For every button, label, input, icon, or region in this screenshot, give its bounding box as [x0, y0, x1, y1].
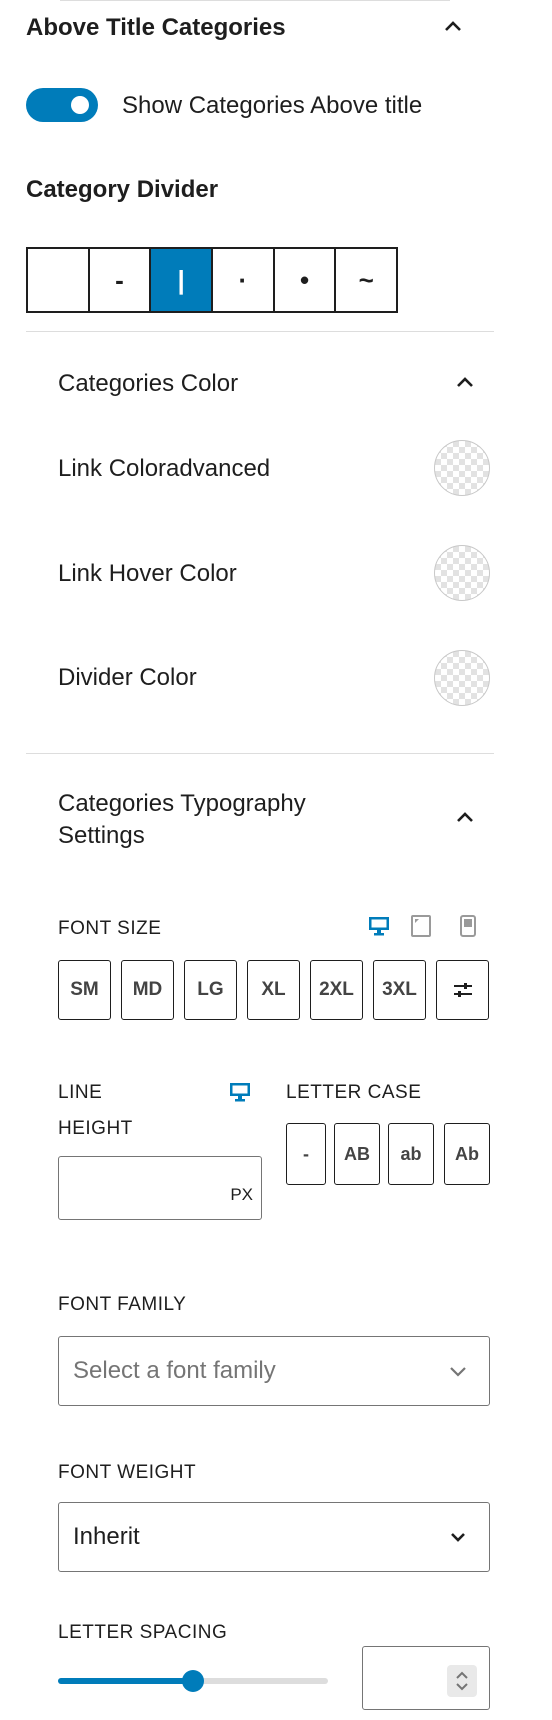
slider-fill [58, 1678, 193, 1684]
font-size-preset-lg[interactable]: LG [184, 960, 237, 1020]
chevron-up-icon[interactable] [453, 370, 477, 394]
top-divider [60, 0, 450, 1]
chevron-up-icon[interactable] [453, 805, 477, 829]
letter-case-uppercase[interactable]: AB [334, 1123, 380, 1185]
letter-case-lowercase[interactable]: ab [388, 1123, 434, 1185]
line-height-input[interactable]: PX [58, 1156, 262, 1220]
font-family-placeholder: Select a font family [73, 1357, 276, 1384]
desktop-icon[interactable] [367, 914, 391, 938]
chevron-up-icon[interactable] [441, 14, 465, 38]
typography-title-line2: Settings [58, 822, 145, 849]
letter-case-capitalize[interactable]: Ab [444, 1123, 490, 1185]
tablet-icon[interactable] [409, 914, 433, 938]
spinner-arrows-icon[interactable] [447, 1665, 477, 1697]
section-title-above-title: Above Title Categories [26, 14, 286, 41]
section-divider [26, 331, 494, 332]
divider-color-swatch[interactable] [434, 650, 490, 706]
divider-color-label: Divider Color [58, 664, 197, 691]
divider-option-none[interactable] [28, 249, 90, 311]
toggle-knob [71, 96, 89, 114]
letter-spacing-input[interactable] [362, 1646, 490, 1710]
link-color-swatch[interactable] [434, 440, 490, 496]
letter-case-label: LETTER CASE [286, 1082, 422, 1103]
line-height-label-line1: LINE [58, 1082, 103, 1103]
link-hover-color-swatch[interactable] [434, 545, 490, 601]
desktop-icon[interactable] [228, 1080, 252, 1104]
line-height-unit[interactable]: PX [230, 1185, 253, 1205]
chevron-down-icon [447, 1360, 469, 1382]
show-categories-toggle[interactable] [26, 88, 98, 122]
toggle-label: Show Categories Above title [122, 92, 423, 119]
font-size-preset-md[interactable]: MD [121, 960, 174, 1020]
divider-option-tilde[interactable]: ~ [336, 249, 396, 311]
divider-option-dash[interactable]: - [90, 249, 152, 311]
font-family-label: FONT FAMILY [58, 1294, 187, 1315]
letter-spacing-slider[interactable] [58, 1670, 328, 1692]
font-size-preset-2xl[interactable]: 2XL [310, 960, 363, 1020]
mobile-icon[interactable] [456, 914, 480, 938]
section-divider [26, 753, 494, 754]
font-weight-label: FONT WEIGHT [58, 1462, 197, 1483]
chevron-down-icon [447, 1526, 469, 1548]
font-family-select[interactable]: Select a font family [58, 1336, 490, 1406]
divider-option-pipe[interactable]: | [151, 249, 214, 311]
font-weight-value: Inherit [73, 1523, 140, 1550]
custom-size-button[interactable] [436, 960, 489, 1020]
divider-option-bullet[interactable]: • [275, 249, 337, 311]
letter-case-none[interactable]: - [286, 1123, 326, 1185]
divider-option-dot[interactable]: · [213, 249, 275, 311]
letter-spacing-label: LETTER SPACING [58, 1622, 228, 1643]
categories-color-title: Categories Color [58, 370, 239, 397]
line-height-label-line2: HEIGHT [58, 1118, 133, 1139]
font-size-label: FONT SIZE [58, 918, 162, 939]
divider-button-group: - | · • ~ [26, 247, 398, 313]
slider-thumb[interactable] [182, 1670, 204, 1692]
typography-title-line1: Categories Typography [58, 790, 306, 817]
category-divider-title: Category Divider [26, 176, 219, 203]
font-size-preset-3xl[interactable]: 3XL [373, 960, 426, 1020]
link-hover-color-label: Link Hover Color [58, 560, 237, 587]
font-weight-select[interactable]: Inherit [58, 1502, 490, 1572]
font-size-preset-xl[interactable]: XL [247, 960, 300, 1020]
font-size-preset-sm[interactable]: SM [58, 960, 111, 1020]
sliders-icon [451, 978, 475, 1002]
link-color-label: Link Coloradvanced [58, 455, 271, 482]
